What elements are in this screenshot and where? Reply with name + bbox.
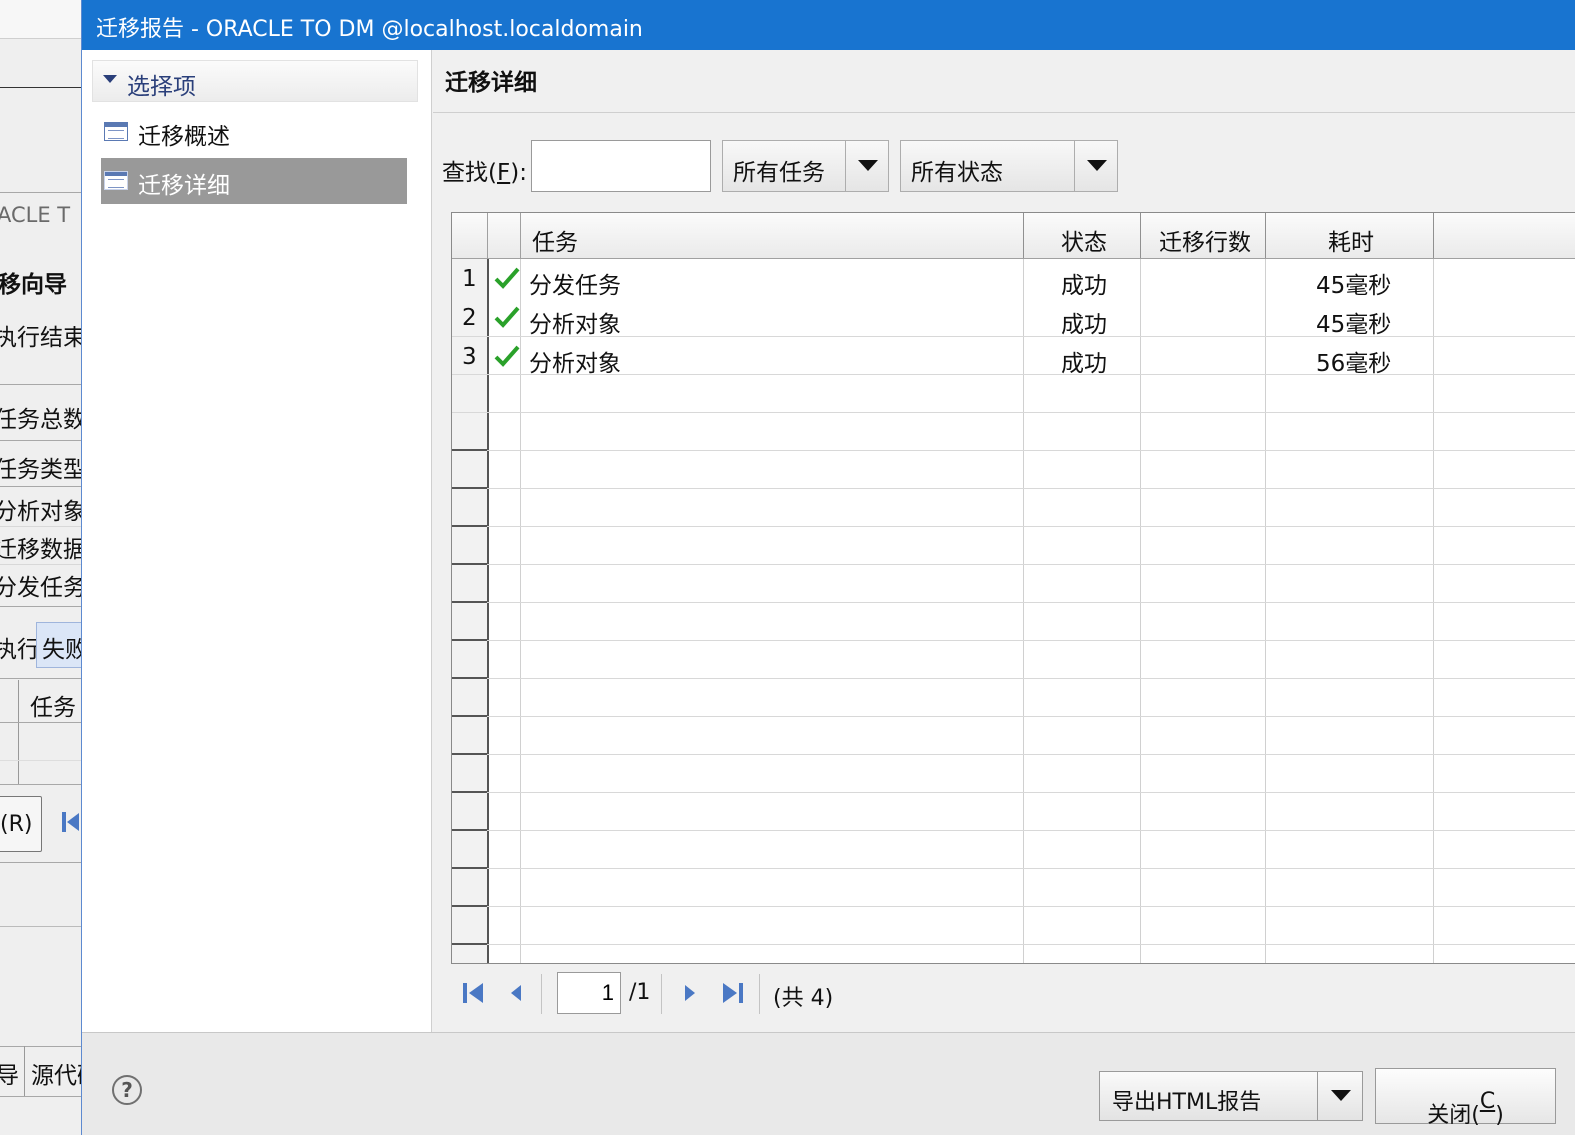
table-cell-status[interactable]: 成功 <box>1061 266 1107 300</box>
table-cell-task[interactable]: 分发任务 <box>529 266 621 300</box>
bg-button[interactable]: (R) <box>0 812 32 837</box>
options-section-label: 选择项 <box>127 74 196 100</box>
bg-tab[interactable]: 导 <box>0 1056 19 1090</box>
row-number: 1 <box>462 266 477 292</box>
dropdown-arrow-icon[interactable] <box>845 141 888 191</box>
page-total: /1 <box>629 980 651 1005</box>
last-page-icon[interactable] <box>721 981 745 1005</box>
title-bar[interactable]: 迁移报告 - ORACLE TO DM @localhost.localdoma… <box>82 0 1575 50</box>
window-title: 迁移报告 - ORACLE TO DM @localhost.localdoma… <box>96 17 643 42</box>
close-button-label: 关闭(C) <box>1427 1089 1504 1128</box>
bg-text: 迁移数据 <box>0 537 81 563</box>
table-cell-status[interactable]: 成功 <box>1061 344 1107 378</box>
bg-tab[interactable]: 源代码 <box>31 1056 81 1090</box>
bg-text: ACLE T <box>0 203 71 227</box>
options-section-header[interactable]: 选择项 <box>92 60 418 102</box>
background-window: ACLE T 移向导 执行结束 任务总数: 任务类型 分析对象 迁移数据 分发任… <box>0 0 81 1135</box>
details-panel: 迁移详细 查找(F): 所有任务 所有状态 任务 状态 迁移行数 耗时 1 分发… <box>433 50 1575 1032</box>
first-page-icon[interactable] <box>461 981 485 1005</box>
table-cell-time[interactable]: 56毫秒 <box>1316 344 1391 378</box>
page-number-input[interactable] <box>557 972 621 1014</box>
export-html-report-button[interactable]: 导出HTML报告 <box>1099 1071 1363 1121</box>
nav-item-details[interactable]: 迁移详细 <box>101 158 407 204</box>
column-header-rows[interactable]: 迁移行数 <box>1159 223 1251 257</box>
bg-text: 任务总数: <box>0 407 81 433</box>
find-label: 查找(F): <box>442 160 527 186</box>
list-icon <box>104 171 128 190</box>
table-cell-task[interactable]: 分析对象 <box>529 344 621 378</box>
row-number: 2 <box>462 305 477 331</box>
previous-page-icon[interactable] <box>507 981 525 1005</box>
bg-text: 任务类型 <box>0 457 81 483</box>
nav-item-label: 迁移概述 <box>138 124 230 150</box>
divider <box>433 112 1575 113</box>
status-filter-select[interactable]: 所有状态 <box>900 140 1118 192</box>
task-filter-value: 所有任务 <box>733 160 825 186</box>
help-icon[interactable]: ? <box>112 1075 142 1105</box>
dropdown-arrow-icon[interactable] <box>1074 141 1117 191</box>
row-number: 3 <box>462 344 477 370</box>
bg-text: 任务 <box>30 695 76 721</box>
search-input[interactable] <box>531 140 711 192</box>
options-panel: 选择项 迁移概述 迁移详细 <box>82 50 432 1032</box>
table-cell-status[interactable]: 成功 <box>1061 305 1107 339</box>
column-header-task[interactable]: 任务 <box>532 223 578 257</box>
page-title: 迁移详细 <box>445 70 537 96</box>
list-icon <box>104 122 128 141</box>
pagination-bar: /1 (共 4) <box>451 968 951 1018</box>
close-button[interactable]: 关闭(C) <box>1375 1068 1556 1128</box>
bg-tab[interactable]: 执行 <box>0 630 40 664</box>
table-header: 任务 状态 迁移行数 耗时 <box>452 213 1575 259</box>
bg-text: 分发任务 <box>0 575 81 601</box>
column-header-time[interactable]: 耗时 <box>1328 223 1374 257</box>
next-page-icon[interactable] <box>681 981 699 1005</box>
bg-tab[interactable]: 失败 <box>42 630 81 664</box>
record-count: (共 4) <box>773 986 834 1011</box>
bg-text: 执行结束 <box>0 325 81 351</box>
bg-text: 分析对象 <box>0 499 81 525</box>
check-icon <box>494 306 520 328</box>
status-filter-value: 所有状态 <box>911 160 1003 186</box>
bg-text: 移向导 <box>0 272 67 298</box>
nav-item-overview[interactable]: 迁移概述 <box>101 109 407 155</box>
collapse-arrow-icon[interactable] <box>103 75 117 83</box>
check-icon <box>494 267 520 289</box>
table-cell-time[interactable]: 45毫秒 <box>1316 305 1391 339</box>
migration-report-dialog: 迁移报告 - ORACLE TO DM @localhost.localdoma… <box>81 0 1575 1135</box>
table-cell-time[interactable]: 45毫秒 <box>1316 266 1391 300</box>
task-filter-select[interactable]: 所有任务 <box>722 140 889 192</box>
dialog-footer: ? 导出HTML报告 关闭(C) <box>82 1032 1575 1135</box>
column-header-status[interactable]: 状态 <box>1061 223 1107 257</box>
details-table[interactable]: 任务 状态 迁移行数 耗时 1 分发任务 成功 45毫秒 2 分析对象 成功 4… <box>451 212 1575 964</box>
check-icon <box>494 345 520 367</box>
export-button-label: 导出HTML报告 <box>1112 1090 1262 1115</box>
nav-item-label: 迁移详细 <box>138 173 230 199</box>
table-cell-task[interactable]: 分析对象 <box>529 305 621 339</box>
dropdown-arrow-icon[interactable] <box>1317 1072 1362 1120</box>
